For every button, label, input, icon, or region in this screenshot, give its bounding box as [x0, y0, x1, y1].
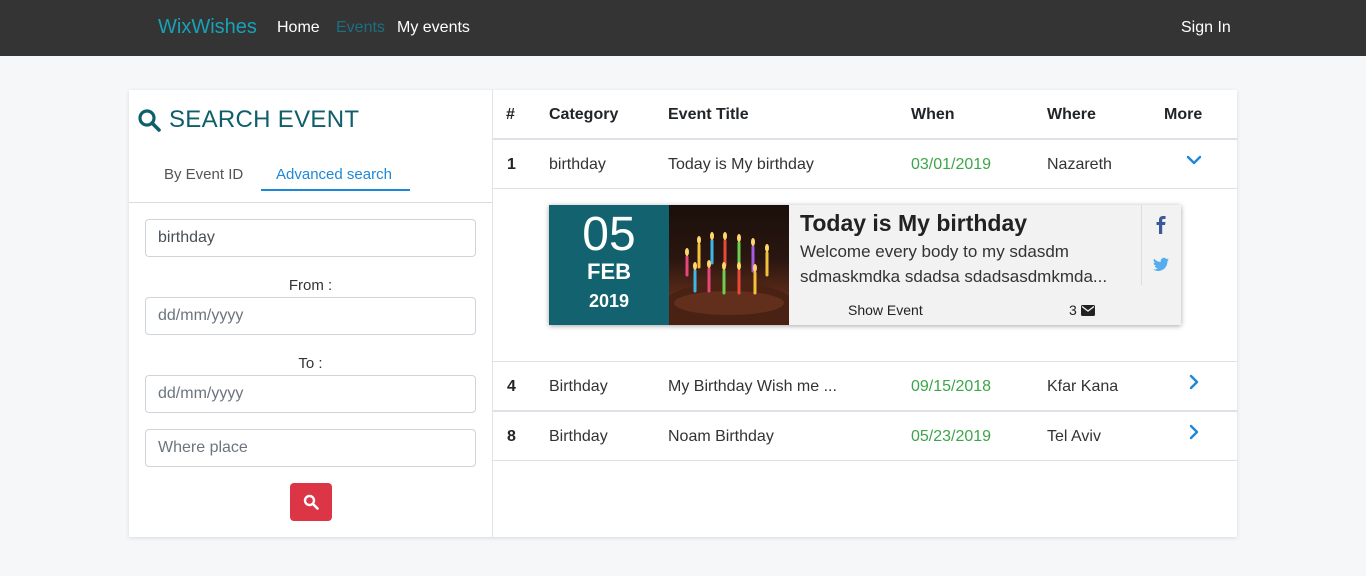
row-title: Today is My birthday [668, 156, 814, 173]
col-header-category[interactable]: Category [549, 106, 618, 124]
events-card: SEARCH EVENT By Event ID Advanced search… [129, 90, 1237, 537]
tabs-divider [129, 202, 493, 203]
envelope-icon [1080, 304, 1095, 316]
from-date-input[interactable] [145, 297, 476, 335]
event-date-block: 05 FEB 2019 [549, 205, 669, 325]
tab-by-event-id[interactable]: By Event ID [164, 166, 243, 183]
event-card-desc-line1: Welcome every body to my sdasdm [800, 242, 1069, 261]
row-title: Noam Birthday [668, 428, 774, 445]
to-date-input[interactable] [145, 375, 476, 413]
facebook-icon[interactable] [1155, 216, 1167, 234]
message-count-value: 3 [1069, 302, 1077, 318]
to-label: To : [298, 355, 323, 372]
col-header-more: More [1164, 106, 1203, 123]
event-image [669, 205, 789, 325]
top-navbar: WixWishes Home Events My events Sign In [0, 0, 1366, 56]
event-year: 2019 [588, 291, 630, 311]
row-where: Nazareth [1047, 156, 1112, 173]
nav-events[interactable]: Events [336, 19, 385, 37]
social-divider [1141, 205, 1142, 285]
show-event-link[interactable]: Show Event [848, 302, 923, 318]
row-category: Birthday [549, 428, 608, 445]
col-header-num: # [506, 106, 515, 123]
row-where: Kfar Kana [1047, 378, 1119, 395]
row-when: 03/01/2019 [911, 156, 992, 173]
row-title: My Birthday Wish me ... [668, 378, 837, 395]
nav-home[interactable]: Home [277, 19, 320, 37]
row-when: 05/23/2019 [911, 428, 992, 445]
event-day: 05 [582, 208, 636, 261]
event-month: FEB [587, 259, 631, 284]
message-count[interactable]: 3 [1069, 302, 1095, 318]
row-divider [493, 460, 1237, 461]
tab-advanced-search[interactable]: Advanced search [276, 166, 392, 183]
col-header-title[interactable]: Event Title [668, 106, 749, 124]
col-header-when[interactable]: When [911, 106, 955, 124]
row-divider [493, 361, 1237, 362]
brand-logo[interactable]: WixWishes [158, 16, 257, 39]
row-num: 4 [507, 378, 516, 395]
nav-my-events[interactable]: My events [397, 19, 470, 37]
twitter-icon[interactable] [1153, 256, 1169, 272]
row-num: 8 [507, 428, 516, 445]
row-category: Birthday [549, 378, 608, 395]
search-panel: SEARCH EVENT By Event ID Advanced search… [129, 90, 493, 537]
search-title-text: SEARCH EVENT [169, 106, 360, 133]
place-input[interactable] [145, 429, 476, 467]
chevron-right-icon[interactable] [1186, 374, 1202, 390]
keyword-input[interactable] [145, 219, 476, 257]
search-title: SEARCH EVENT [137, 106, 359, 134]
event-card-desc-line2: sdmaskmdka sdadsa sdadsasdmkmda... [800, 267, 1108, 286]
row-when: 09/15/2018 [911, 378, 992, 395]
sign-in-link[interactable]: Sign In [1181, 19, 1231, 37]
row-category: birthday [549, 156, 606, 173]
header-divider [493, 138, 1237, 140]
search-button[interactable] [290, 483, 332, 521]
chevron-down-icon[interactable] [1186, 152, 1202, 168]
col-header-where[interactable]: Where [1047, 106, 1096, 124]
row-num: 1 [507, 156, 516, 173]
row-where: Tel Aviv [1047, 428, 1101, 445]
search-icon [303, 494, 319, 510]
event-card-title: Today is My birthday [800, 210, 1028, 236]
chevron-right-icon[interactable] [1186, 424, 1202, 440]
active-tab-underline [261, 189, 410, 191]
row-divider [493, 188, 1237, 189]
search-icon [138, 109, 161, 132]
from-label: From : [288, 277, 333, 294]
event-preview-card: 05 FEB 2019 Today is My birthday Welcome… [549, 205, 1181, 325]
row-divider [493, 410, 1237, 412]
